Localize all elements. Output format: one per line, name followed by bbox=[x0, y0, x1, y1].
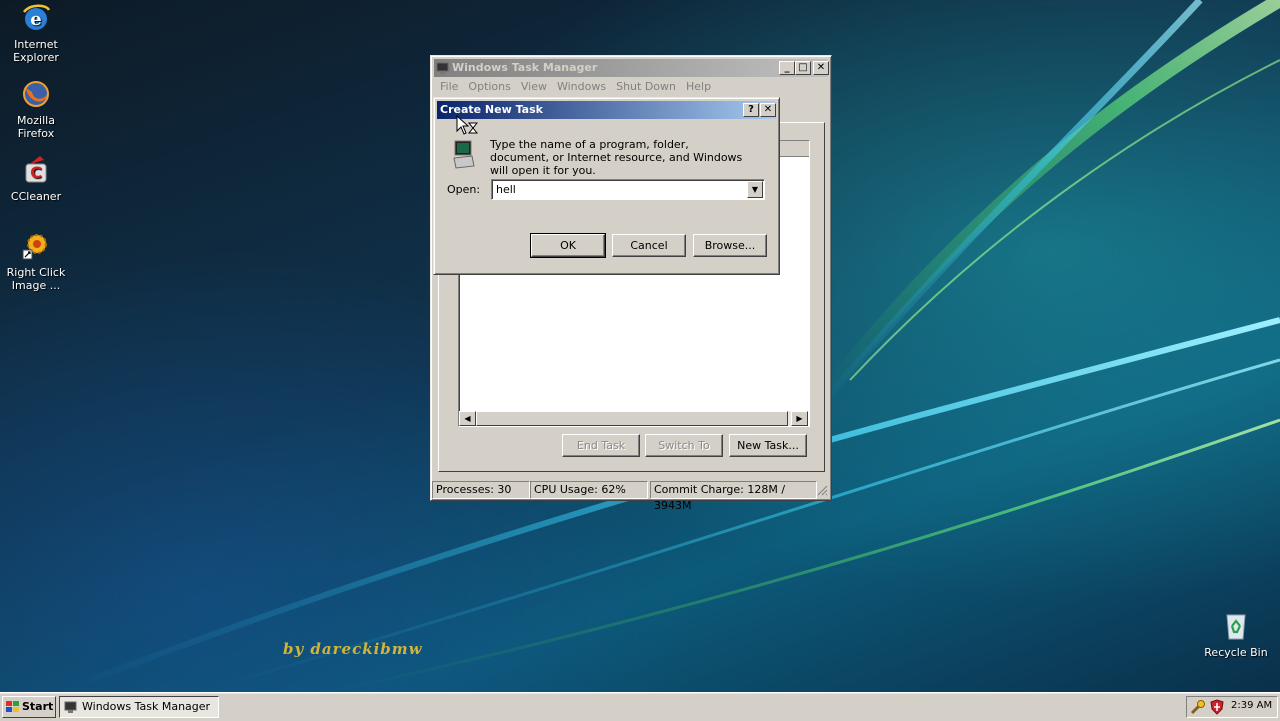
shield-icon[interactable] bbox=[1209, 699, 1225, 715]
end-task-button[interactable]: End Task bbox=[562, 434, 640, 457]
desktop-icon-label: Internet Explorer bbox=[13, 38, 59, 64]
start-label: Start bbox=[22, 700, 54, 713]
scroll-right-button[interactable]: ▶ bbox=[791, 411, 808, 426]
open-combobox[interactable]: hell ▼ bbox=[491, 179, 765, 200]
open-input[interactable]: hell bbox=[496, 183, 516, 196]
task-manager-title: Windows Task Manager bbox=[452, 61, 598, 74]
menu-help[interactable]: Help bbox=[681, 78, 716, 95]
dialog-description: Type the name of a program, folder, docu… bbox=[490, 138, 743, 177]
svg-text:C: C bbox=[30, 163, 42, 182]
system-tray: 2:39 AM bbox=[1186, 696, 1278, 718]
dialog-close-button[interactable]: ✕ bbox=[760, 103, 776, 117]
new-task-button[interactable]: New Task... bbox=[729, 434, 807, 457]
desktop-icon-right-click-image[interactable]: Right Click Image ... bbox=[0, 230, 74, 292]
ccleaner-icon: C bbox=[25, 156, 47, 183]
run-icon bbox=[453, 140, 475, 169]
gear-icon bbox=[22, 234, 47, 260]
desktop-icon-label: Mozilla Firefox bbox=[17, 114, 55, 140]
menu-view[interactable]: View bbox=[516, 78, 552, 95]
desktop-icon-internet-explorer[interactable]: e Internet Explorer bbox=[0, 2, 74, 64]
status-commit-charge: Commit Charge: 128M / 3943M bbox=[650, 481, 817, 512]
desktop-icon-recycle-bin[interactable]: Recycle Bin bbox=[1198, 610, 1274, 659]
task-manager-menubar: File Options View Windows Shut Down Help bbox=[435, 78, 716, 96]
menu-file[interactable]: File bbox=[435, 78, 463, 95]
taskbar-button-label: Windows Task Manager bbox=[82, 700, 211, 713]
wallpaper-watermark: by dareckibmw bbox=[283, 640, 423, 658]
menu-options[interactable]: Options bbox=[463, 78, 515, 95]
task-list-scrollbar[interactable]: ◀ ▶ bbox=[459, 411, 808, 426]
desktop-icon-label: Right Click Image ... bbox=[6, 266, 66, 292]
close-button[interactable]: ✕ bbox=[813, 61, 829, 75]
open-label: Open: bbox=[447, 183, 481, 196]
clock[interactable]: 2:39 AM bbox=[1231, 700, 1275, 711]
create-new-task-dialog[interactable]: Create New Task ? ✕ Type the name of a p… bbox=[433, 97, 780, 275]
chevron-down-icon[interactable]: ▼ bbox=[747, 181, 763, 198]
dialog-titlebar[interactable]: Create New Task ? ✕ bbox=[437, 101, 776, 119]
taskbar-button-task-manager[interactable]: Windows Task Manager bbox=[59, 696, 219, 718]
svg-text:e: e bbox=[30, 9, 41, 30]
dialog-help-button[interactable]: ? bbox=[743, 103, 759, 117]
start-button[interactable]: Start bbox=[2, 696, 56, 718]
firefox-icon bbox=[23, 81, 49, 107]
maximize-button[interactable]: □ bbox=[795, 61, 811, 75]
internet-explorer-icon: e bbox=[23, 4, 51, 30]
task-manager-icon bbox=[436, 62, 449, 74]
resize-grip-icon[interactable] bbox=[816, 484, 828, 496]
desktop-icon-ccleaner[interactable]: C CCleaner bbox=[0, 154, 74, 203]
scroll-left-button[interactable]: ◀ bbox=[459, 411, 476, 426]
taskbar: Start Windows Task Manager 2:39 AM bbox=[0, 692, 1280, 721]
task-manager-icon bbox=[64, 701, 77, 713]
scroll-thumb[interactable] bbox=[476, 411, 788, 426]
browse-button[interactable]: Browse... bbox=[693, 234, 767, 257]
minimize-button[interactable]: _ bbox=[779, 61, 795, 75]
menu-shut-down[interactable]: Shut Down bbox=[611, 78, 681, 95]
desktop-icon-label: Recycle Bin bbox=[1204, 646, 1268, 659]
status-cpu-usage: CPU Usage: 62% bbox=[530, 481, 648, 499]
cancel-button[interactable]: Cancel bbox=[612, 234, 686, 257]
busy-cursor-icon bbox=[456, 115, 478, 135]
task-manager-titlebar[interactable]: Windows Task Manager _ □ ✕ bbox=[434, 59, 829, 77]
menu-windows[interactable]: Windows bbox=[552, 78, 611, 95]
recycle-bin-icon bbox=[1226, 614, 1246, 640]
status-processes: Processes: 30 bbox=[432, 481, 530, 499]
ok-button[interactable]: OK bbox=[530, 233, 606, 258]
tools-icon[interactable] bbox=[1190, 699, 1206, 715]
switch-to-button[interactable]: Switch To bbox=[645, 434, 723, 457]
windows-logo-icon bbox=[6, 701, 19, 712]
desktop-icon-label: CCleaner bbox=[10, 190, 62, 203]
desktop-icon-firefox[interactable]: Mozilla Firefox bbox=[0, 78, 74, 140]
